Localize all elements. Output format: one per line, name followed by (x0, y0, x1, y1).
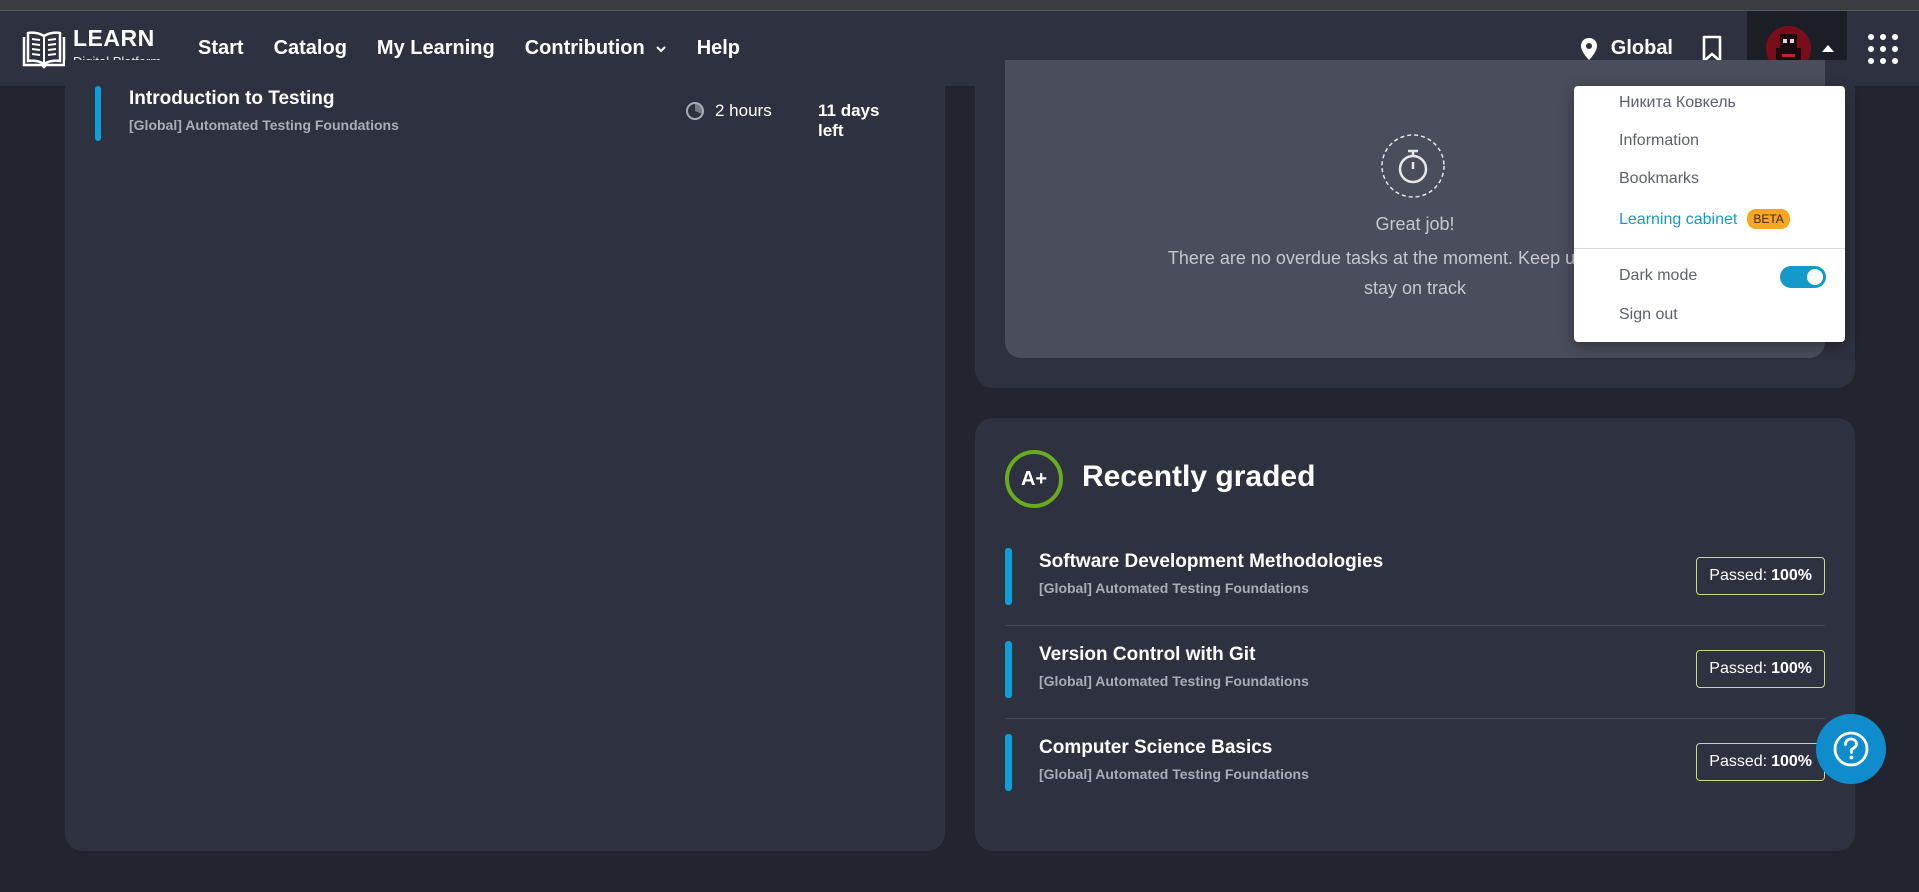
assignment-duration: 2 hours (685, 101, 772, 121)
assignment-subtitle: [Global] Automated Testing Foundations (129, 117, 399, 133)
browser-top-strip (0, 0, 1919, 11)
menu-divider (1574, 248, 1845, 249)
grade-badge-icon: A+ (1005, 450, 1063, 508)
duration-label: 2 hours (715, 101, 772, 120)
nav-catalog[interactable]: Catalog (274, 37, 347, 60)
passed-value: 100% (1771, 753, 1812, 770)
nav-my-learning[interactable]: My Learning (377, 37, 495, 60)
apps-grid-icon (1868, 33, 1898, 64)
passed-badge: Passed: 100% (1696, 743, 1825, 781)
passed-value: 100% (1771, 567, 1812, 584)
chevron-down-icon (655, 45, 666, 52)
user-dropdown-menu: Никита Ковкель Information Bookmarks Lea… (1574, 86, 1845, 342)
nav-label: Contribution (524, 37, 645, 59)
help-button[interactable] (1816, 714, 1886, 784)
clock-icon (686, 102, 704, 120)
graded-subtitle: [Global] Automated Testing Foundations (1039, 673, 1309, 689)
user-name: Никита Ковкель (1619, 94, 1736, 111)
passed-label: Passed: (1709, 660, 1768, 677)
graded-subtitle: [Global] Automated Testing Foundations (1039, 580, 1309, 596)
nav-label: Start (198, 37, 244, 59)
logo-title: LEARN (73, 25, 155, 51)
dark-mode-toggle[interactable] (1780, 266, 1826, 288)
nav-contribution[interactable]: Contribution (525, 37, 667, 60)
caret-up-icon (1822, 45, 1834, 52)
graded-title[interactable]: Version Control with Git (1039, 644, 1255, 666)
passed-badge: Passed: 100% (1696, 650, 1825, 688)
nav-help[interactable]: Help (697, 37, 740, 60)
region-selector[interactable]: Global (1579, 37, 1673, 61)
location-pin-icon (1580, 37, 1597, 60)
deadline-label: 11 days left (818, 101, 880, 140)
graded-title[interactable]: Software Development Methodologies (1039, 551, 1383, 573)
beta-badge: BETA (1747, 209, 1790, 229)
passed-badge: Passed: 100% (1696, 557, 1825, 595)
assignment-title[interactable]: Introduction to Testing (129, 88, 334, 110)
graded-accent-bar (1005, 734, 1012, 791)
stopwatch-icon (1381, 134, 1445, 198)
graded-accent-bar (1005, 548, 1012, 605)
dark-mode-label: Dark mode (1619, 267, 1698, 284)
question-icon (1833, 731, 1869, 767)
graded-accent-bar (1005, 641, 1012, 698)
section-title: Recently graded (1082, 460, 1316, 493)
book-icon (22, 31, 66, 69)
passed-label: Passed: (1709, 567, 1768, 584)
nav-label: My Learning (376, 37, 495, 59)
menu-item-sign-out[interactable]: Sign out (1619, 306, 1678, 324)
nav-label: Help (696, 37, 741, 59)
passed-value: 100% (1771, 660, 1812, 677)
nav-label: Catalog (273, 37, 347, 59)
region-label: Global (1610, 37, 1673, 59)
menu-item-learning-cabinet[interactable]: Learning cabinet BETA (1619, 209, 1790, 229)
menu-item-information[interactable]: Information (1619, 132, 1699, 150)
graded-subtitle: [Global] Automated Testing Foundations (1039, 766, 1309, 782)
graded-row[interactable]: Version Control with Git [Global] Automa… (1005, 641, 1825, 701)
divider (1005, 625, 1825, 626)
graded-title[interactable]: Computer Science Basics (1039, 737, 1272, 759)
menu-item-label: Learning cabinet (1619, 211, 1738, 228)
bookmark-icon[interactable] (1699, 34, 1725, 64)
assignments-card (65, 60, 945, 851)
nav-start[interactable]: Start (198, 37, 244, 60)
apps-menu-button[interactable] (1847, 11, 1919, 86)
assignment-accent-bar (95, 86, 101, 141)
assignment-row[interactable]: Introduction to Testing [Global] Automat… (95, 86, 905, 141)
graded-row[interactable]: Software Development Methodologies [Glob… (1005, 548, 1825, 608)
graded-row[interactable]: Computer Science Basics [Global] Automat… (1005, 734, 1825, 794)
passed-label: Passed: (1709, 753, 1768, 770)
divider (1005, 718, 1825, 719)
menu-item-bookmarks[interactable]: Bookmarks (1619, 170, 1699, 188)
